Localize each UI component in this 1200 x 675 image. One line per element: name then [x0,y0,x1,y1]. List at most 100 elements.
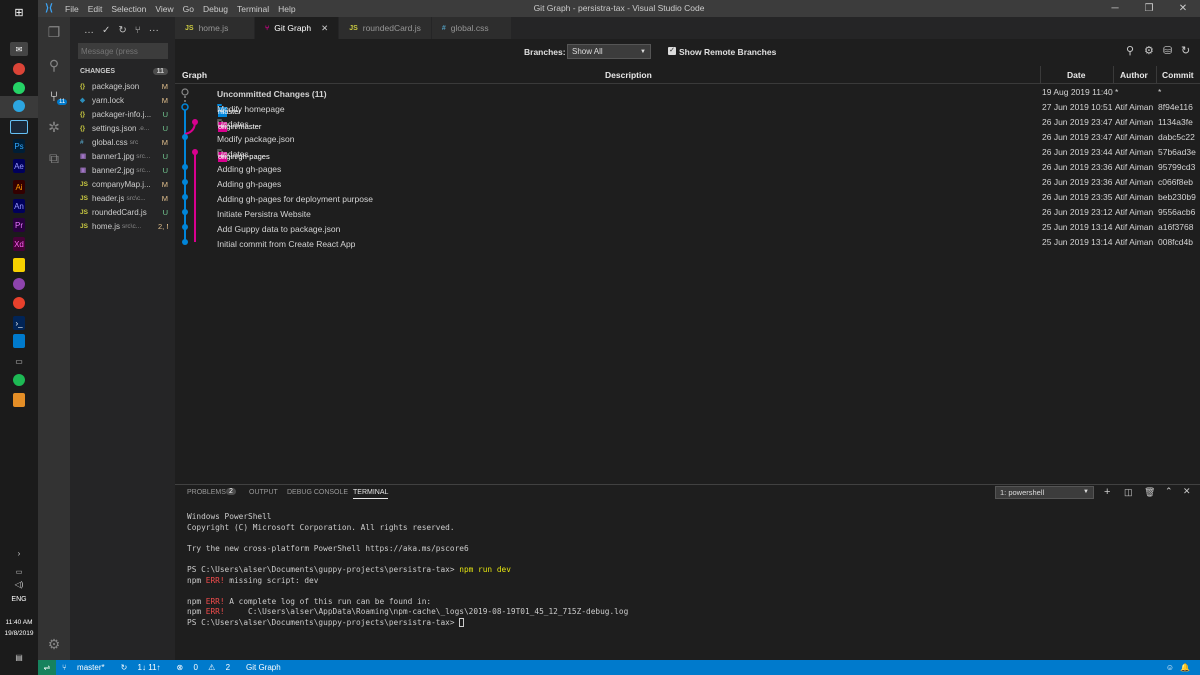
debug-icon[interactable]: ✲ [44,117,64,137]
menu-debug[interactable]: Debug [203,4,228,14]
find-icon[interactable]: ⚲ [1126,44,1134,57]
compass-icon[interactable] [13,297,25,309]
tab-roundedcard-js[interactable]: JS roundedCard.js [339,17,432,39]
telegram-icon[interactable] [13,100,25,112]
language-indicator[interactable]: ENG [0,596,38,603]
changed-file-item[interactable]: # global.css src M [80,135,168,149]
ellipsis-icon[interactable]: ··· [149,25,159,36]
smiley-icon[interactable]: ☺ [1166,663,1174,672]
clock-time[interactable]: 11:40 AM [0,619,38,626]
panel-tab-problems[interactable]: PROBLEMS [187,489,226,496]
changed-file-item[interactable]: {} packager-info.j... U [80,107,168,121]
commit-row[interactable]: Adding gh-pages 26 Jun 2019 23:36 Atif Aim… [175,175,1200,190]
menu-view[interactable]: View [155,4,173,14]
premiere-icon[interactable]: Pr [13,218,25,232]
git-graph-status[interactable]: Git Graph [246,663,281,672]
refresh-graph-icon[interactable]: ↻ [1181,44,1190,57]
app-purple-icon[interactable] [13,278,25,290]
gear-icon[interactable]: ⚙ [44,634,64,654]
problems-status[interactable]: ⊗ 0 ⚠ 2 [177,663,238,672]
clock-date[interactable]: 19/8/2019 [0,630,38,637]
changed-file-item[interactable]: JS home.jssrc\c... 2, M [80,219,168,233]
windows-start-icon[interactable]: ⊞ [10,5,28,19]
remote-branches-checkbox[interactable]: ✓ [668,47,676,55]
uncommitted-changes-row[interactable]: Uncommitted Changes (11) 19 Aug 2019 11:4… [175,85,1200,100]
settings-icon[interactable]: ⚙ [1144,44,1154,57]
commit-message-input[interactable] [78,43,168,59]
commit-row[interactable]: ⑂ master Modify homepage 27 Jun 2019 10:51 A… [175,100,1200,117]
trash-icon[interactable]: 🗑 [1144,487,1155,498]
close-icon[interactable]: ✕ [1166,0,1200,17]
illustrator-icon[interactable]: Ai [13,180,25,194]
app-orange-icon[interactable] [13,393,25,407]
panel-tab-debug-console[interactable]: DEBUG CONSOLE [287,489,348,496]
tab-global-css[interactable]: # global.css [431,17,512,39]
commit-check-icon[interactable]: ✓ [102,25,110,36]
animate-icon[interactable]: An [13,199,25,213]
chevron-right-icon[interactable]: › [10,546,28,560]
changed-file-item[interactable]: ◆ yarn.lock M [80,93,168,107]
menu-go[interactable]: Go [183,4,194,14]
commit-row[interactable]: ⑂ origin/gh-pages Updates 26 Jun 2019 23:44… [175,145,1200,162]
explorer-icon[interactable]: ❐ [44,22,64,42]
changed-file-item[interactable]: ▣ banner1.jpg src... U [80,149,168,163]
menu-help[interactable]: Help [278,4,295,14]
chrome-icon[interactable] [13,63,25,75]
panel-tab-output[interactable]: OUTPUT [249,489,278,496]
terminal-icon[interactable]: ▭ [13,354,25,368]
changed-file-item[interactable]: JS roundedCard.js U [80,205,168,219]
sync-status[interactable]: ↻ 1↓ 11↑ [121,663,169,672]
tab-git-graph[interactable]: ⑂ Git Graph ✕ [255,17,340,39]
close-panel-icon[interactable]: ✕ [1183,486,1191,497]
remote-icon[interactable]: ⇌ [38,660,56,675]
git-graph-view-icon[interactable]: ⑂ [135,25,141,36]
changed-file-item[interactable]: ▣ banner2.jpg src... U [80,163,168,177]
changed-file-item[interactable]: {} package.json M [80,79,168,93]
commit-row[interactable]: Initiate Persistra Website 26 Jun 2019 23… [175,205,1200,220]
search-icon[interactable]: ⚲ [44,55,64,75]
steam-icon[interactable] [10,120,28,134]
new-terminal-icon[interactable]: + [1104,486,1110,498]
tab-home-js[interactable]: JS home.js [175,17,255,39]
branches-dropdown[interactable]: Show All ▼ [567,44,651,59]
whatsapp-icon[interactable] [13,82,25,94]
menu-selection[interactable]: Selection [111,4,146,14]
commit-row[interactable]: Adding gh-pages 26 Jun 2019 23:36 Atif Aim… [175,160,1200,175]
commit-row[interactable]: Initial commit from Create React App 25 J… [175,235,1200,250]
after-effects-icon[interactable]: Ae [13,159,25,173]
spotify-icon[interactable] [13,374,25,386]
mail-icon[interactable]: ✉ [10,42,28,56]
xd-icon[interactable]: Xd [13,237,25,251]
sticky-notes-icon[interactable] [13,258,25,272]
close-tab-icon[interactable]: ✕ [321,23,328,34]
notification-icon[interactable]: ▤ [10,650,28,664]
more-actions-icon[interactable]: … [84,25,94,36]
volume-icon[interactable]: ◁) [10,577,28,591]
powershell-icon[interactable]: ›_ [13,316,25,330]
fetch-icon[interactable]: ⛁ [1163,44,1172,57]
panel-tab-terminal[interactable]: TERMINAL [353,489,389,499]
extensions-icon[interactable]: ⧉ [44,148,64,168]
bell-icon[interactable]: 🔔 [1180,663,1190,672]
commit-row[interactable]: Add Guppy data to package.json 25 Jun 201… [175,220,1200,235]
changed-file-item[interactable]: JS companyMap.j... M [80,177,168,191]
menu-terminal[interactable]: Terminal [237,4,269,14]
maximize-panel-icon[interactable]: ⌃ [1165,486,1173,497]
minimize-icon[interactable]: ─ [1098,0,1132,17]
changes-header[interactable]: CHANGES 11 [80,65,168,77]
restore-icon[interactable]: ❐ [1132,0,1166,17]
menu-edit[interactable]: Edit [88,4,103,14]
commit-row[interactable]: ⑂ origin/master Updates 26 Jun 2019 23:47 At… [175,115,1200,132]
photoshop-icon[interactable]: Ps [13,139,25,153]
terminal-output[interactable]: Windows PowerShell Copyright (C) Microso… [187,512,628,629]
vscode-taskbar-icon[interactable] [13,334,25,348]
commit-row[interactable]: Modify package.json 26 Jun 2019 23:47 Atif… [175,130,1200,145]
changed-file-item[interactable]: {} settings.json .e... U [80,121,168,135]
branch-status[interactable]: ⑂ master* [62,663,113,672]
refresh-icon[interactable]: ↻ [118,25,126,36]
commit-row[interactable]: Adding gh-pages for deployment purpose 26… [175,190,1200,205]
terminal-select[interactable]: 1: powershell ▼ [995,486,1094,499]
menu-file[interactable]: File [65,4,79,14]
changed-file-item[interactable]: JS header.js src\c... M [80,191,168,205]
split-terminal-icon[interactable]: ◫ [1124,487,1133,498]
